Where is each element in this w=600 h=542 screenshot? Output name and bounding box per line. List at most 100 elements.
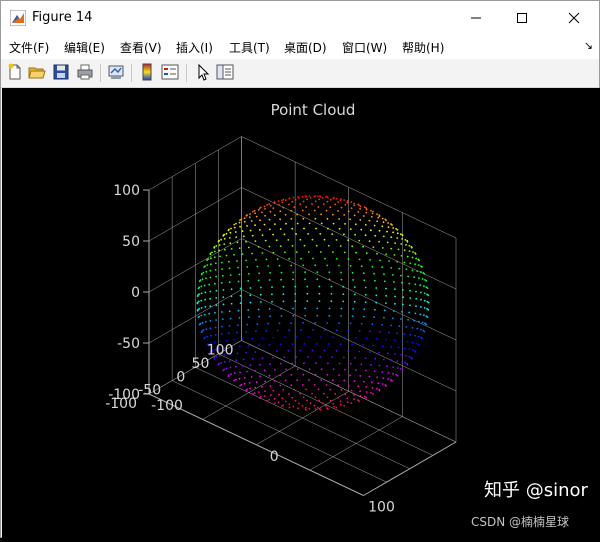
point-cloud-point	[418, 320, 420, 323]
menu-view[interactable]: 查看(V)	[120, 39, 162, 56]
point-cloud-point	[394, 295, 396, 298]
point-cloud-point	[318, 292, 321, 295]
point-cloud-point	[372, 246, 375, 249]
point-cloud-point	[325, 196, 327, 198]
point-cloud-point	[376, 337, 378, 340]
point-cloud-point	[370, 392, 372, 394]
point-cloud-point	[419, 284, 422, 287]
point-cloud-point	[198, 293, 201, 296]
point-cloud-point	[237, 309, 240, 312]
menu-tools[interactable]: 工具(T)	[229, 39, 270, 56]
point-cloud-point	[317, 195, 319, 197]
point-cloud-point	[368, 219, 371, 222]
point-cloud-point	[275, 239, 278, 242]
legend-icon[interactable]	[161, 63, 179, 81]
point-cloud-point	[365, 208, 368, 211]
point-cloud-point	[423, 307, 426, 309]
menu-file[interactable]: 文件(F)	[9, 39, 49, 56]
point-cloud-point	[353, 394, 355, 396]
point-cloud-point	[411, 256, 414, 259]
point-cloud-point	[349, 322, 352, 325]
menu-desktop[interactable]: 桌面(D)	[284, 39, 327, 56]
point-cloud-point	[360, 363, 363, 366]
point-cloud-point	[383, 280, 386, 283]
menu-edit[interactable]: 编辑(E)	[64, 39, 105, 56]
dock-figure-icon[interactable]: ↘	[584, 39, 593, 52]
link-plot-icon[interactable]	[107, 63, 125, 81]
point-cloud-point	[377, 382, 380, 384]
point-cloud-point	[406, 340, 409, 343]
new-figure-icon[interactable]	[6, 63, 24, 81]
point-cloud-point	[371, 212, 374, 215]
point-cloud-point	[307, 251, 310, 253]
save-icon[interactable]	[52, 63, 70, 81]
point-cloud-point	[346, 201, 349, 204]
point-cloud-point	[411, 326, 414, 329]
point-cloud-point	[238, 377, 241, 380]
point-cloud-point	[255, 330, 257, 333]
point-cloud-point	[390, 359, 393, 362]
close-button[interactable]	[551, 1, 597, 35]
point-cloud-point	[424, 322, 426, 325]
point-cloud-point	[263, 223, 266, 226]
point-cloud-point	[273, 202, 276, 204]
point-cloud-point	[375, 287, 378, 289]
minimize-button[interactable]	[453, 1, 499, 35]
property-inspector-icon[interactable]	[216, 63, 234, 81]
point-cloud-point	[409, 297, 412, 299]
point-cloud-point	[201, 278, 204, 281]
point-cloud-point	[230, 295, 233, 298]
point-cloud-point	[246, 266, 249, 268]
point-cloud-point	[320, 251, 322, 253]
point-cloud-point	[419, 313, 422, 316]
open-file-icon[interactable]	[28, 63, 46, 81]
point-cloud-point	[306, 292, 309, 295]
point-cloud-point	[340, 389, 343, 391]
point-cloud-point	[386, 241, 389, 244]
print-icon[interactable]	[76, 63, 94, 81]
point-cloud-point	[229, 317, 232, 320]
point-cloud-point	[350, 389, 353, 392]
point-cloud-point	[315, 227, 317, 230]
maximize-button[interactable]	[499, 1, 545, 35]
point-cloud-point	[269, 385, 272, 387]
point-cloud-point	[377, 216, 380, 219]
point-cloud-point	[409, 304, 411, 307]
point-cloud-point	[336, 257, 338, 260]
point-cloud-point	[365, 211, 368, 214]
point-cloud-point	[385, 294, 387, 297]
colorbar-icon[interactable]	[138, 63, 156, 81]
point-cloud-point	[241, 365, 244, 367]
point-cloud-point	[320, 336, 322, 338]
point-cloud-point	[397, 248, 400, 251]
point-cloud-point	[354, 223, 357, 226]
point-cloud-point	[294, 285, 297, 288]
point-cloud-point	[417, 264, 420, 266]
point-cloud-point	[329, 198, 332, 201]
point-cloud-point	[351, 245, 354, 248]
zhihu-watermark: 知乎 @sinor	[484, 480, 588, 501]
point-cloud-point	[303, 244, 306, 247]
x-tick-label: 100	[368, 500, 395, 516]
menu-insert[interactable]: 插入(I)	[176, 39, 213, 56]
point-cloud-plot[interactable]: 100500-50-100100500-50-1001000-100Point …	[2, 88, 600, 538]
point-cloud-point	[318, 285, 321, 288]
menu-help[interactable]: 帮助(H)	[402, 39, 444, 56]
point-cloud-point	[337, 384, 339, 387]
edit-pointer-icon[interactable]	[194, 63, 212, 81]
point-cloud-point	[387, 222, 389, 224]
point-cloud-point	[209, 305, 212, 307]
point-cloud-point	[390, 345, 393, 348]
point-cloud-point	[332, 222, 335, 225]
point-cloud-point	[300, 257, 302, 260]
menu-window[interactable]: 窗口(W)	[342, 39, 387, 56]
point-cloud-point	[233, 223, 236, 226]
point-cloud-point	[278, 393, 280, 396]
title-bar[interactable]: Figure 14	[1, 1, 599, 35]
point-cloud-point	[259, 293, 262, 296]
point-cloud-point	[243, 220, 246, 223]
point-cloud-point	[288, 257, 291, 260]
point-cloud-point	[250, 220, 253, 222]
point-cloud-point	[229, 242, 232, 245]
point-cloud-point	[233, 253, 235, 256]
